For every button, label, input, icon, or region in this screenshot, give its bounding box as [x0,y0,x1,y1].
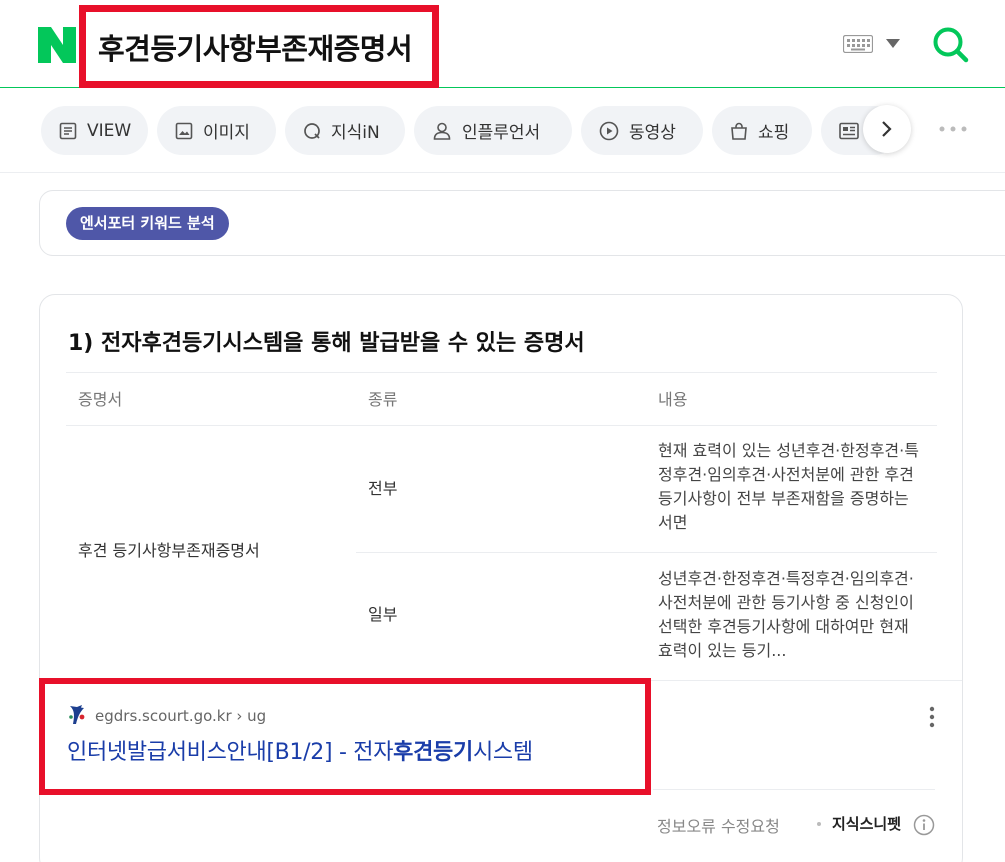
snippet-type-label: 지식스니펫 [832,815,902,833]
tab-scroll-next-button[interactable] [863,105,911,153]
more-vertical-icon[interactable] [928,706,936,728]
tab-label: 이미지 [203,123,250,143]
search-query-input[interactable]: 후견등기사항부존재증명서 [98,26,413,68]
tab-kin[interactable]: 지식iN [285,106,405,155]
tab-label: 지식iN [331,123,380,143]
table-cell-type: 전부 [368,479,398,498]
play-icon [599,121,619,140]
table-cell-content: 현재 효력이 있는 성년후견·한정후견·특정후견·임의후견·사전처분에 관한 후… [658,441,919,532]
source-url[interactable]: egdrs.scourt.go.kr › ug [95,707,266,725]
tab-shopping[interactable]: 쇼핑 [712,106,812,155]
caret-down-icon[interactable] [886,39,900,48]
tab-influencer[interactable]: 인플루언서 [414,106,572,155]
snippet-title: 1) 전자후견등기시스템을 통해 발급받을 수 있는 증명서 [68,331,585,356]
tab-image[interactable]: 이미지 [157,106,276,155]
keyword-analysis-button[interactable]: 엔서포터 키워드 분석 [66,207,229,240]
table-cell-type: 일부 [368,605,398,624]
tab-label: 인플루언서 [462,123,541,143]
table-divider [356,552,937,553]
naver-logo[interactable] [38,27,76,63]
tab-video[interactable]: 동영상 [581,106,703,155]
info-icon[interactable] [913,814,935,836]
source-title-highlight: 후견등기 [393,740,473,765]
search-tab-bar: VIEW 이미지 지식iN 인플루언서 동영상 쇼핑 [0,89,1005,173]
tab-label: 동영상 [629,123,676,143]
table-divider [66,372,937,373]
table-cell-content: 성년후견·한정후견·특정후견·임의후견·사전처분에 관한 등기사항 중 신청인이… [658,569,914,660]
source-title-text: 시스템 [472,740,533,765]
table-header-type: 종류 [368,390,398,409]
source-title-link[interactable]: 인터넷발급서비스안내[B1/2] - 전자후견등기시스템 [67,734,533,766]
keyboard-icon[interactable] [843,35,873,53]
footer-divider [653,789,935,790]
table-divider [66,425,937,426]
more-horizontal-icon[interactable] [938,124,968,134]
separator-dot [817,822,821,826]
q-bubble-icon [304,122,320,139]
source-title-text: 인터넷발급서비스안내[B1/2] - 전자 [67,740,394,765]
table-header-content: 내용 [658,390,688,409]
shopping-bag-icon [731,122,747,140]
report-error-link[interactable]: 정보오류 수정요청 [657,813,780,837]
image-icon [175,122,193,139]
court-favicon-icon [69,705,85,724]
chevron-right-icon [882,121,892,137]
tab-view[interactable]: VIEW [41,106,148,155]
table-header-certificate: 증명서 [78,390,123,409]
search-results-page: 후견등기사항부존재증명서 VIEW 이미지 지식iN 인플루언서 동영상 쇼핑 … [0,0,1005,862]
person-icon [433,122,451,140]
tab-label: 쇼핑 [758,123,790,143]
document-icon [59,122,77,139]
search-icon[interactable] [931,25,969,63]
search-header: 후견등기사항부존재증명서 [0,0,1005,88]
table-cell-certificate: 후견 등기사항부존재증명서 [78,541,260,560]
news-icon [839,122,859,139]
tab-label: VIEW [87,120,132,141]
keyword-analysis-panel: 엔서포터 키워드 분석 [39,190,1005,256]
